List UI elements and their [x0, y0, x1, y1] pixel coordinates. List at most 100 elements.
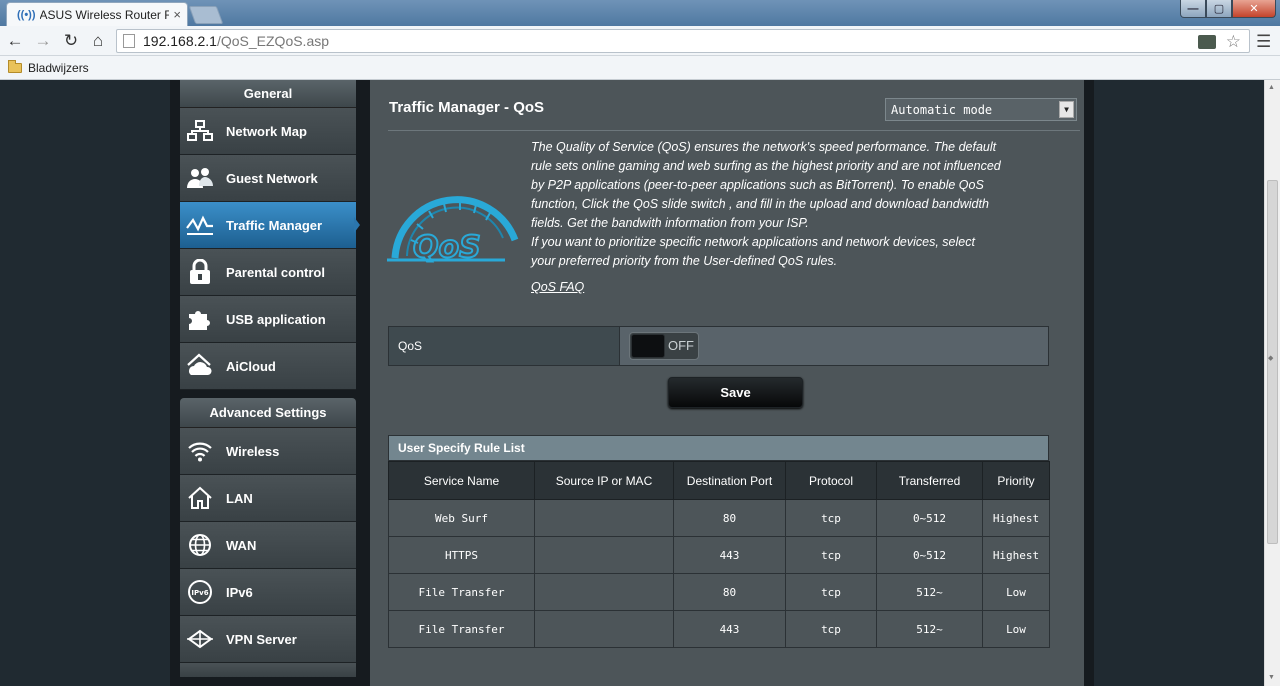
reload-icon[interactable]: ↻	[60, 30, 82, 52]
sidebar-item-aicloud[interactable]: AiCloud	[180, 343, 356, 390]
bookmarks-bar: Bladwijzers	[0, 56, 1280, 80]
table-cell: tcp	[785, 610, 877, 648]
table-cell: Low	[982, 573, 1050, 611]
sidebar-item-label: Network Map	[226, 123, 307, 139]
sidebar-item-traffic-manager[interactable]: Traffic Manager	[180, 202, 360, 249]
page-title: Traffic Manager - QoS	[389, 99, 545, 116]
sidebar-item-label: LAN	[226, 490, 253, 506]
sidebar-item-wireless[interactable]: Wireless	[180, 428, 356, 475]
scroll-up-arrow-icon[interactable]: ▲	[1268, 84, 1275, 91]
vpn-icon	[186, 625, 214, 653]
save-button[interactable]: Save	[668, 377, 803, 408]
browser-toolbar: ← → ↻ ⌂ 192.168.2.1/QoS_EZQoS.asp ☆ ☰	[0, 26, 1280, 56]
column-header: Transferred	[876, 461, 983, 500]
new-tab-button[interactable]	[188, 6, 224, 24]
menu-icon[interactable]: ☰	[1256, 32, 1271, 52]
sidebar-item-lan[interactable]: LAN	[180, 475, 356, 522]
lock-icon	[186, 258, 214, 286]
table-cell: HTTPS	[388, 536, 535, 574]
sidebar-item-label: IPv6	[226, 584, 253, 600]
sidebar-item-vpn-server[interactable]: VPN Server	[180, 616, 356, 663]
wifi-favicon-icon: ((•))	[17, 8, 36, 21]
table-cell: 443	[673, 610, 786, 648]
ipv6-icon: IPv6	[186, 578, 214, 606]
table-cell	[534, 610, 674, 648]
rule-list-caption: User Specify Rule List	[388, 435, 1049, 461]
table-cell: File Transfer	[388, 573, 535, 611]
qos-description-text-2: If you want to prioritize specific netwo…	[531, 235, 975, 268]
page-icon	[123, 34, 135, 48]
minimize-button[interactable]: —	[1180, 0, 1206, 18]
close-window-button[interactable]: ✕	[1232, 0, 1276, 18]
svg-text:IPv6: IPv6	[191, 589, 208, 597]
page-viewport: General Network Map Guest Network Traffi…	[0, 80, 1264, 686]
scroll-down-arrow-icon[interactable]: ▼	[1268, 674, 1275, 681]
sidebar-item-guest-network[interactable]: Guest Network	[180, 155, 356, 202]
table-cell: Highest	[982, 536, 1050, 574]
table-row: Web Surf 80 tcp 0~512 Highest	[388, 499, 1050, 537]
page-scrollbar[interactable]: ▲ ◆ ▼	[1264, 80, 1280, 686]
sidebar-item-ipv6[interactable]: IPv6 IPv6	[180, 569, 356, 616]
table-row: File Transfer 80 tcp 512~ Low	[388, 573, 1050, 611]
scrollbar-thumb[interactable]	[1267, 180, 1278, 544]
sidebar-item-network-map[interactable]: Network Map	[180, 108, 356, 155]
table-cell: tcp	[785, 499, 877, 537]
sidebar: General Network Map Guest Network Traffi…	[180, 80, 360, 677]
sidebar-item-label: Wireless	[226, 443, 280, 459]
address-path: /QoS_EZQoS.asp	[216, 33, 330, 49]
qos-mode-select[interactable]: Automatic mode ▼	[885, 98, 1077, 121]
table-cell: 512~	[876, 610, 983, 648]
qos-label: QoS	[389, 327, 620, 365]
table-cell	[534, 499, 674, 537]
table-cell: Highest	[982, 499, 1050, 537]
folder-icon	[8, 59, 22, 73]
qos-faq-link[interactable]: QoS FAQ	[531, 280, 584, 294]
table-cell: Web Surf	[388, 499, 535, 537]
general-heading: General	[180, 80, 356, 108]
table-header-row: Service Name Source IP or MAC Destinatio…	[388, 461, 1050, 500]
qos-toggle-row: QoS OFF	[388, 326, 1049, 366]
browser-tab[interactable]: ((•)) ASUS Wireless Router RT-N ×	[6, 2, 188, 26]
table-cell: 0~512	[876, 536, 983, 574]
generic-icon	[186, 663, 214, 677]
qos-toggle-cell: OFF	[620, 327, 1048, 365]
sidebar-item-usb-application[interactable]: USB application	[180, 296, 356, 343]
column-header: Priority	[982, 461, 1050, 500]
table-cell: 512~	[876, 573, 983, 611]
sidebar-item-label: WAN	[226, 537, 257, 553]
forward-arrow-icon[interactable]: →	[32, 30, 54, 52]
chat-icon[interactable]	[1197, 35, 1216, 49]
toggle-state: OFF	[668, 338, 694, 353]
home-icon[interactable]: ⌂	[87, 30, 109, 52]
address-bar[interactable]: 192.168.2.1/QoS_EZQoS.asp ☆	[116, 29, 1250, 53]
table-cell: 80	[673, 573, 786, 611]
sidebar-item-partial[interactable]	[180, 663, 356, 677]
sidebar-item-label: USB application	[226, 311, 326, 327]
address-host: 192.168.2.1	[143, 33, 217, 49]
table-row: File Transfer 443 tcp 512~ Low	[388, 610, 1050, 648]
column-header: Protocol	[785, 461, 877, 500]
bookmarks-folder-label[interactable]: Bladwijzers	[28, 61, 89, 75]
globe-icon	[186, 531, 214, 559]
sidebar-item-wan[interactable]: WAN	[180, 522, 356, 569]
qos-mode-value: Automatic mode	[891, 102, 993, 117]
bookmark-star-icon[interactable]: ☆	[1226, 32, 1241, 52]
advanced-settings-heading: Advanced Settings	[180, 398, 356, 428]
sidebar-item-label: Traffic Manager	[226, 217, 323, 233]
title-divider	[388, 130, 1080, 131]
sidebar-item-label: VPN Server	[226, 631, 297, 647]
qos-toggle-switch[interactable]: OFF	[629, 332, 699, 360]
table-cell: tcp	[785, 536, 877, 574]
maximize-button[interactable]: ▢	[1206, 0, 1232, 18]
table-row: HTTPS 443 tcp 0~512 Highest	[388, 536, 1050, 574]
table-cell: 0~512	[876, 499, 983, 537]
window-titlebar: ((•)) ASUS Wireless Router RT-N × — ▢ ✕	[0, 0, 1280, 26]
tab-close-icon[interactable]: ×	[173, 7, 181, 22]
rule-list-table: Service Name Source IP or MAC Destinatio…	[388, 461, 1050, 648]
sidebar-item-parental-control[interactable]: Parental control	[180, 249, 356, 296]
puzzle-icon	[186, 305, 214, 333]
home-icon	[186, 484, 214, 512]
back-arrow-icon[interactable]: ←	[4, 30, 26, 52]
qos-logo-text: QoS	[413, 230, 481, 265]
table-cell: 443	[673, 536, 786, 574]
